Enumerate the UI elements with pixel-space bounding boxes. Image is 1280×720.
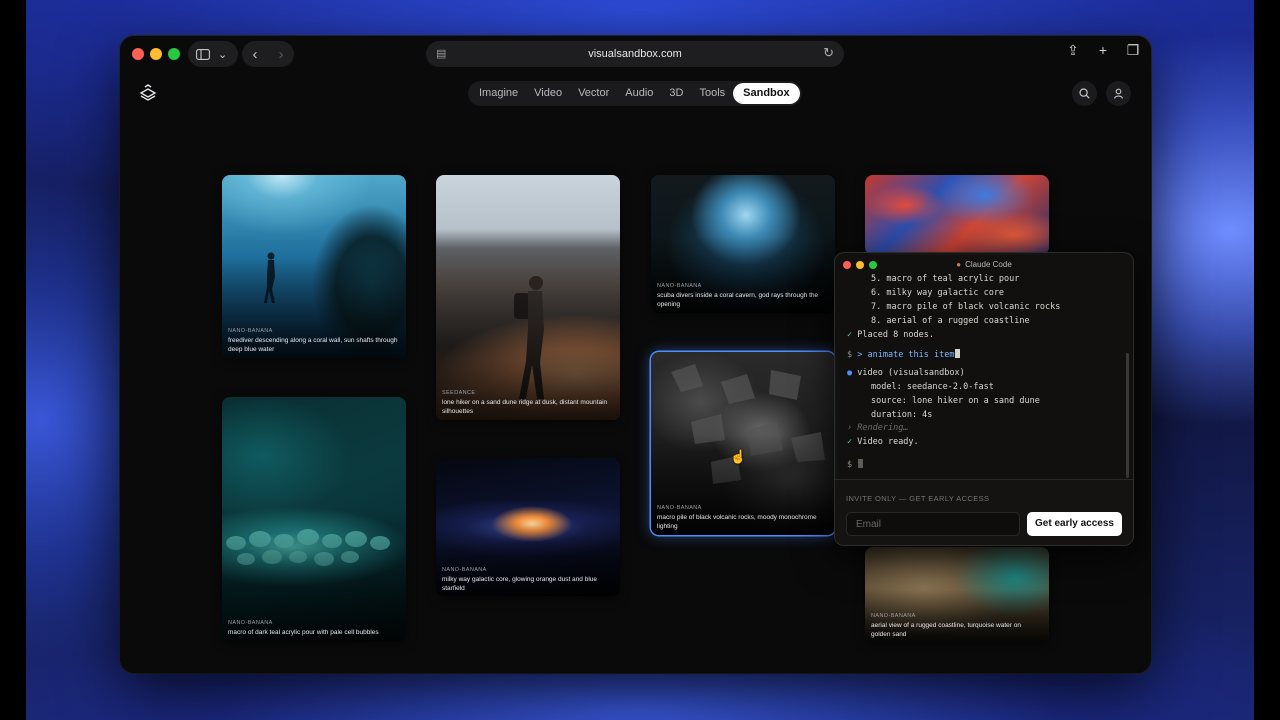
- gallery-card-acrylic[interactable]: NANO-BANANA macro of dark teal acrylic p…: [222, 397, 406, 642]
- ready-text: Video ready.: [857, 437, 919, 447]
- main-nav: Imagine Video Vector Audio 3D Tools Sand…: [468, 81, 802, 106]
- page-content: Imagine Video Vector Audio 3D Tools Sand…: [120, 72, 1151, 673]
- search-icon: [1079, 88, 1090, 99]
- logo-icon[interactable]: [138, 83, 158, 103]
- sidebar-toggle-button[interactable]: ⌄: [188, 41, 238, 67]
- card-caption: macro pile of black volcanic rocks, mood…: [657, 514, 817, 530]
- text-cursor: [955, 349, 961, 358]
- get-early-access-button[interactable]: Get early access: [1027, 512, 1122, 536]
- card-model-label: NANO-BANANA: [871, 613, 916, 619]
- account-button[interactable]: [1106, 81, 1131, 106]
- hand-cursor-icon: ☝: [730, 449, 747, 464]
- tool-dot-icon: ●: [847, 368, 853, 378]
- history-navigation: ‹ ›: [242, 41, 294, 67]
- card-caption: freediver descending along a coral wall,…: [228, 337, 398, 353]
- terminal-titlebar: ● Claude Code: [835, 253, 1133, 275]
- invite-label: INVITE ONLY — GET EARLY ACCESS: [846, 494, 990, 503]
- gallery-card-cavern[interactable]: NANO-BANANA scuba divers inside a coral …: [651, 175, 835, 313]
- card-caption: macro of dark teal acrylic pour with pal…: [228, 629, 379, 636]
- claude-icon: ●: [956, 260, 962, 269]
- minimize-window-button[interactable]: [150, 48, 162, 60]
- forward-icon[interactable]: ›: [279, 46, 284, 63]
- terminal-command-line: $ > animate this item: [847, 349, 961, 360]
- tab-overview-icon[interactable]: ❐: [1125, 42, 1141, 59]
- input-cursor: [858, 459, 864, 468]
- chevron-down-icon: ⌄: [218, 48, 228, 61]
- terminal-rendering-line: › Rendering…: [847, 423, 909, 433]
- nav-3d[interactable]: 3D: [661, 83, 691, 104]
- terminal-list-item: 8. aerial of a rugged coastline: [871, 316, 1030, 326]
- gallery-card-hiker[interactable]: SEEDANCE lone hiker on a sand dune ridge…: [436, 175, 620, 420]
- card-caption: lone hiker on a sand dune ridge at dusk,…: [442, 399, 608, 415]
- nav-video[interactable]: Video: [526, 83, 570, 104]
- tool-call-text: video (visualsandbox): [857, 368, 965, 378]
- placed-text: Placed 8 nodes.: [857, 330, 935, 340]
- card-model-label: NANO-BANANA: [228, 328, 273, 334]
- search-button[interactable]: [1072, 81, 1097, 106]
- command-text: > animate this item: [857, 350, 955, 360]
- check-icon: ✓: [847, 437, 853, 447]
- card-model-label: SEEDANCE: [442, 390, 476, 396]
- card-model-label: NANO-BANANA: [228, 620, 273, 626]
- address-bar[interactable]: ▤ visualsandbox.com ↻: [426, 41, 844, 67]
- terminal-param: model: seedance-2.0-fast: [871, 382, 994, 392]
- early-access-panel: INVITE ONLY — GET EARLY ACCESS Get early…: [835, 479, 1133, 545]
- terminal-list-item: 5. macro of teal acrylic pour: [871, 274, 1020, 284]
- card-model-label: NANO-BANANA: [442, 567, 487, 573]
- nav-tools[interactable]: Tools: [691, 83, 733, 104]
- gallery-card-volcanic-rocks[interactable]: NANO-BANANA macro pile of black volcanic…: [651, 352, 835, 535]
- nav-audio[interactable]: Audio: [617, 83, 661, 104]
- browser-toolbar-right: ⇪ + ❐: [1065, 42, 1141, 59]
- letterbox-right: [1254, 0, 1280, 720]
- prompt-symbol: $: [847, 460, 853, 470]
- nav-vector[interactable]: Vector: [570, 83, 617, 104]
- gallery-card-freediver[interactable]: NANO-BANANA freediver descending along a…: [222, 175, 406, 358]
- terminal-param: source: lone hiker on a sand dune: [871, 396, 1040, 406]
- reload-icon[interactable]: ↻: [823, 45, 834, 61]
- email-input[interactable]: [846, 512, 1020, 536]
- claude-code-window[interactable]: ● Claude Code 5. macro of teal acrylic po…: [834, 252, 1134, 546]
- card-caption: milky way galactic core, glowing orange …: [442, 576, 598, 592]
- terminal-title: ● Claude Code: [835, 260, 1133, 269]
- browser-window: ⌄ ‹ › ▤ visualsandbox.com ↻ ⇪ + ❐ Imagin…: [120, 36, 1151, 673]
- terminal-title-text: Claude Code: [965, 260, 1012, 269]
- share-icon[interactable]: ⇪: [1065, 42, 1081, 59]
- gallery-card-milkyway[interactable]: NANO-BANANA milky way galactic core, glo…: [436, 458, 620, 596]
- terminal-list-item: 6. milky way galactic core: [871, 288, 1005, 298]
- user-icon: [1113, 88, 1124, 99]
- terminal-param: duration: 4s: [871, 410, 933, 420]
- terminal-scrollbar[interactable]: [1126, 353, 1129, 478]
- card-model-label: NANO-BANANA: [657, 505, 702, 511]
- abstract-image: [865, 175, 1049, 255]
- card-caption: aerial view of a rugged coastline, turqu…: [871, 622, 1021, 638]
- nav-imagine[interactable]: Imagine: [471, 83, 526, 104]
- sidebar-icon: [196, 48, 210, 60]
- card-caption: scuba divers inside a coral cavern, god …: [657, 292, 819, 308]
- terminal-list-item: 7. macro pile of black volcanic rocks: [871, 302, 1061, 312]
- close-window-button[interactable]: [132, 48, 144, 60]
- terminal-tool-call: ● video (visualsandbox): [847, 368, 965, 378]
- address-url: visualsandbox.com: [588, 48, 682, 60]
- browser-titlebar: ⌄ ‹ › ▤ visualsandbox.com ↻ ⇪ + ❐: [120, 36, 1151, 72]
- back-icon[interactable]: ‹: [253, 46, 258, 63]
- terminal-status-line: ✓ Placed 8 nodes.: [847, 330, 934, 340]
- card-model-label: NANO-BANANA: [657, 283, 702, 289]
- terminal-input-line[interactable]: $: [847, 459, 864, 470]
- prompt-symbol: $: [847, 350, 853, 360]
- gallery-card-abstract[interactable]: [865, 175, 1049, 255]
- page-settings-icon[interactable]: ▤: [436, 47, 446, 60]
- zoom-window-button[interactable]: [168, 48, 180, 60]
- check-icon: ✓: [847, 330, 853, 340]
- terminal-ready-line: ✓ Video ready.: [847, 437, 919, 447]
- nav-sandbox[interactable]: Sandbox: [733, 83, 800, 104]
- letterbox-left: [0, 0, 26, 720]
- gallery-card-coastline[interactable]: NANO-BANANA aerial view of a rugged coas…: [865, 547, 1049, 643]
- new-tab-icon[interactable]: +: [1095, 42, 1111, 59]
- rendering-text: Rendering…: [857, 423, 909, 433]
